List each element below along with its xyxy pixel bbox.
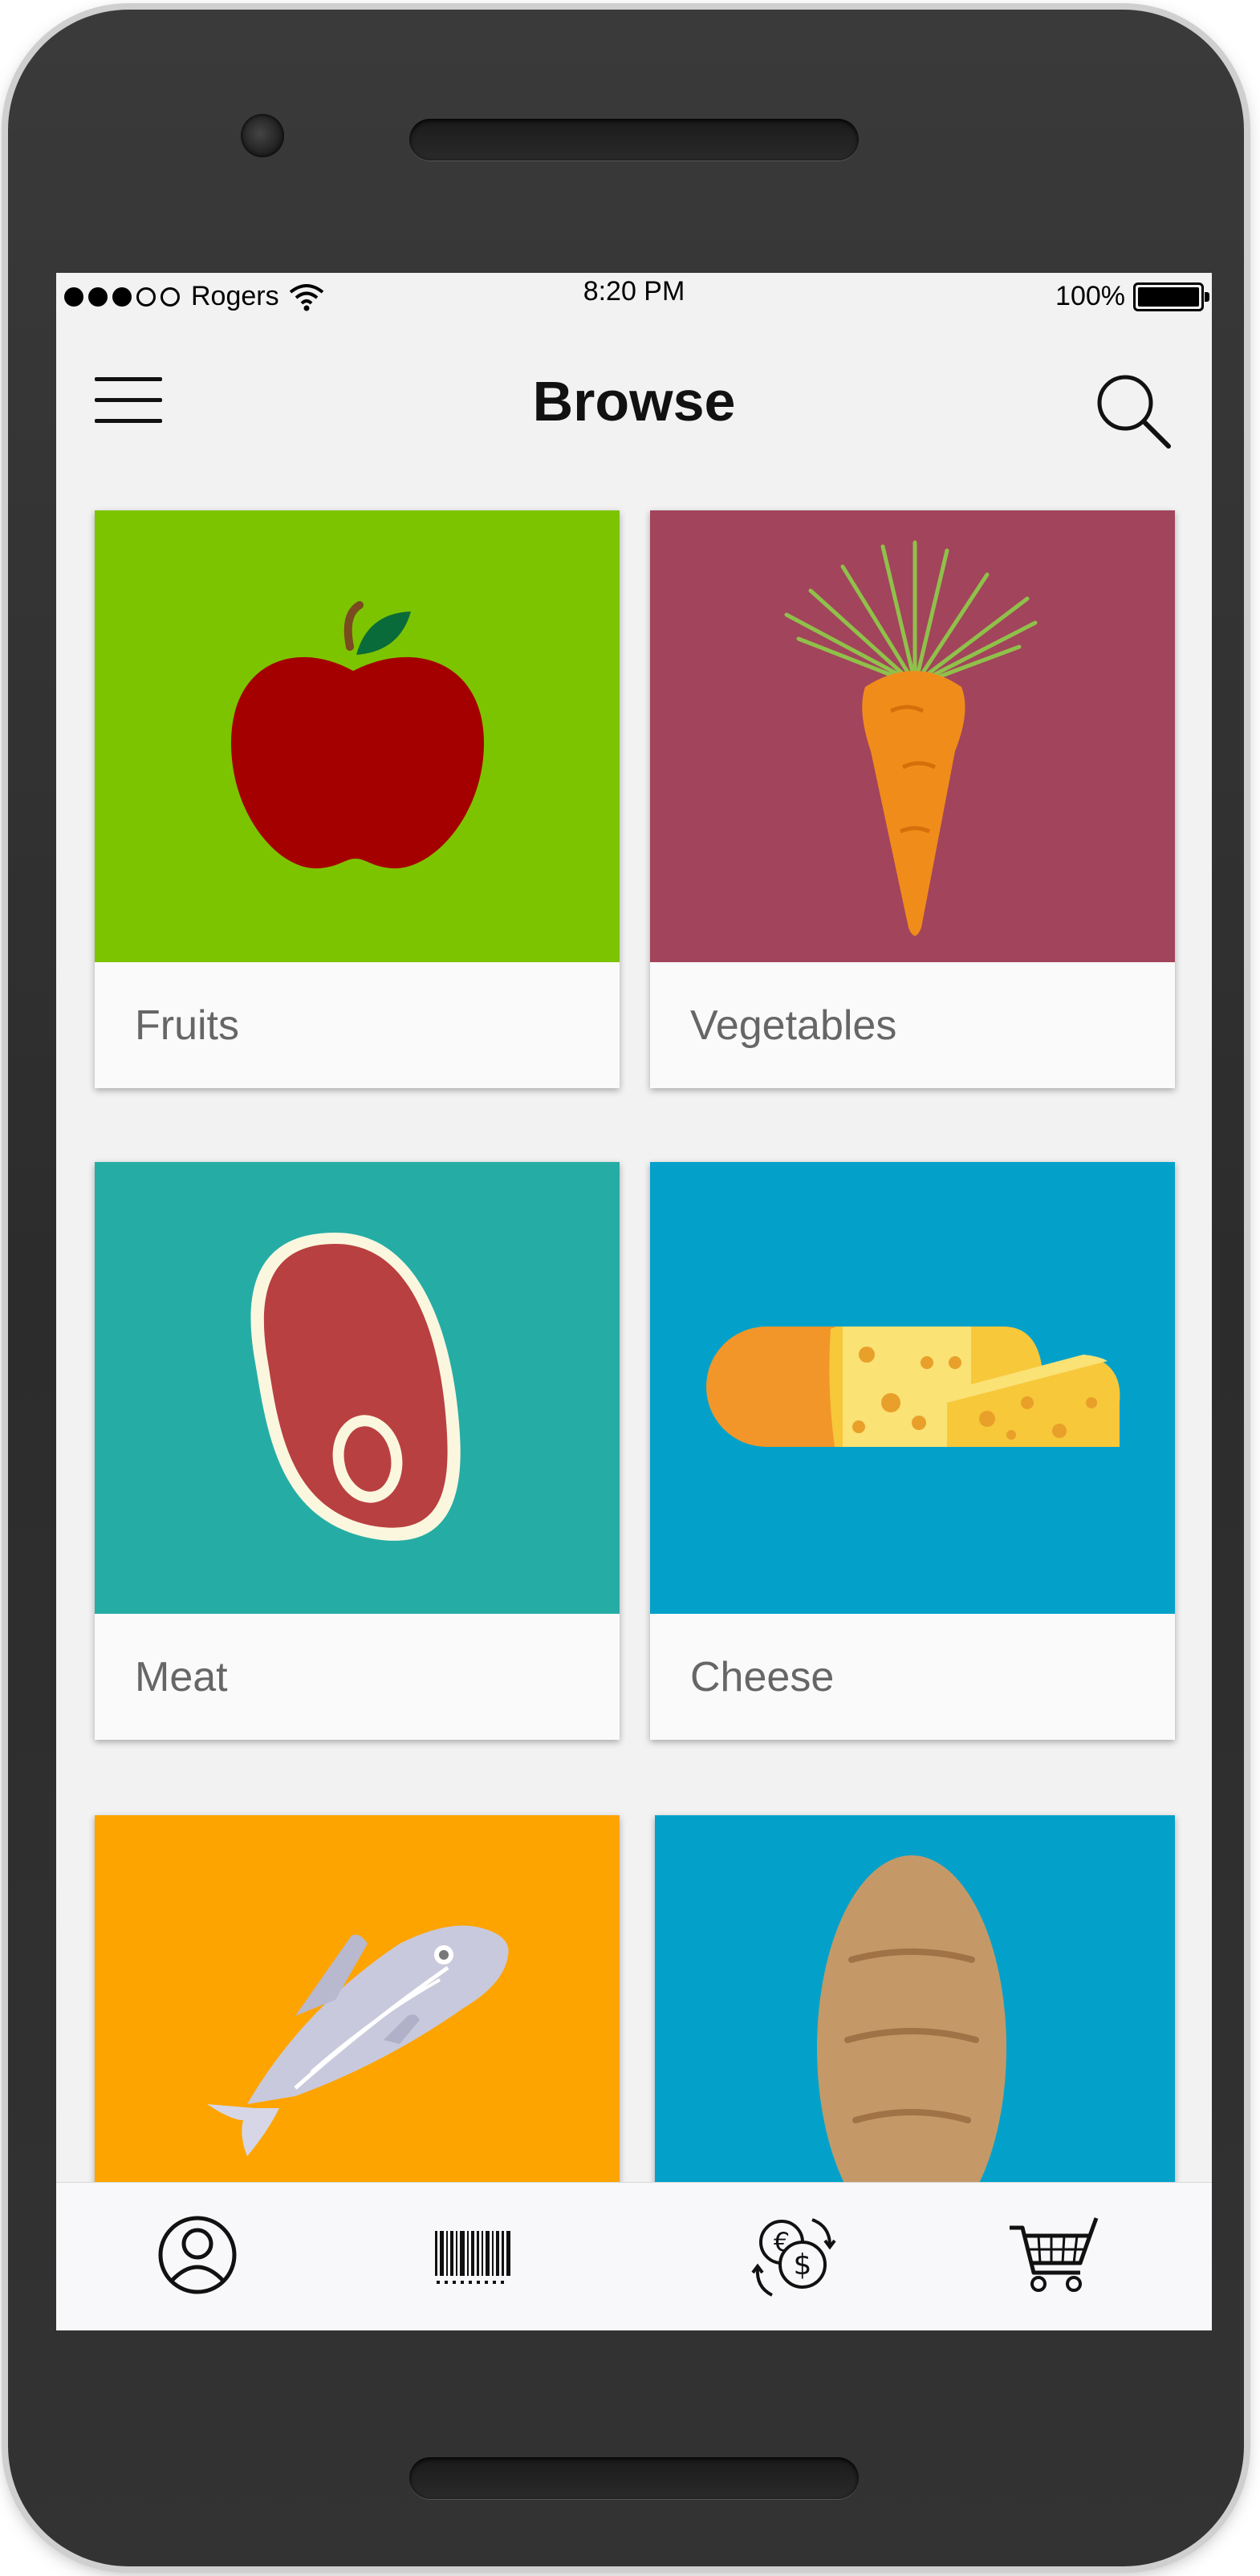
category-card-bread[interactable] — [655, 1815, 1175, 2241]
nav-header: Browse — [56, 329, 1212, 457]
category-label: Vegetables — [650, 962, 1175, 1088]
category-label: Meat — [95, 1614, 620, 1740]
category-image — [650, 510, 1175, 962]
page-title: Browse — [532, 370, 736, 433]
bottom-speaker — [409, 2457, 859, 2499]
category-card-fruits[interactable]: Fruits — [95, 510, 620, 1088]
bread-icon — [817, 1855, 1006, 2241]
category-card-cheese[interactable]: Cheese — [650, 1162, 1175, 1740]
apple-icon — [231, 601, 484, 869]
status-right: 100% — [1055, 281, 1209, 312]
category-image — [95, 510, 620, 962]
fish-icon — [207, 1925, 509, 2156]
barcode-icon[interactable] — [425, 2207, 522, 2303]
category-image — [650, 1162, 1175, 1614]
category-card-meat[interactable]: Meat — [95, 1162, 620, 1740]
earpiece-speaker — [409, 119, 859, 160]
front-camera — [241, 114, 284, 157]
battery-percent: 100% — [1055, 281, 1125, 311]
status-bar: Rogers 8:20 PM 100% — [56, 273, 1212, 321]
status-time: 8:20 PM — [583, 276, 685, 307]
category-card-vegetables[interactable]: Vegetables — [650, 510, 1175, 1088]
phone-frame: Rogers 8:20 PM 100% Browse Fruits Vegeta… — [8, 10, 1244, 2566]
carrot-icon — [784, 540, 1038, 936]
category-image — [655, 1815, 1175, 2241]
profile-icon[interactable] — [149, 2207, 246, 2303]
bottom-tab-bar: € $ — [56, 2182, 1212, 2330]
svg-text:$: $ — [794, 2249, 812, 2281]
battery-icon — [1133, 282, 1209, 311]
shopping-cart-icon[interactable] — [1003, 2207, 1099, 2303]
category-card-fish[interactable] — [95, 1815, 620, 2216]
category-image — [95, 1815, 620, 2216]
category-label: Cheese — [650, 1614, 1175, 1740]
category-label: Fruits — [95, 962, 620, 1088]
category-image — [95, 1162, 620, 1614]
currency-exchange-icon[interactable]: € $ — [746, 2207, 843, 2303]
app-screen: Rogers 8:20 PM 100% Browse Fruits Vegeta… — [56, 273, 1212, 2330]
search-icon[interactable] — [1093, 371, 1173, 451]
cheese-icon — [706, 1327, 1120, 1447]
steak-icon — [250, 1233, 461, 1541]
